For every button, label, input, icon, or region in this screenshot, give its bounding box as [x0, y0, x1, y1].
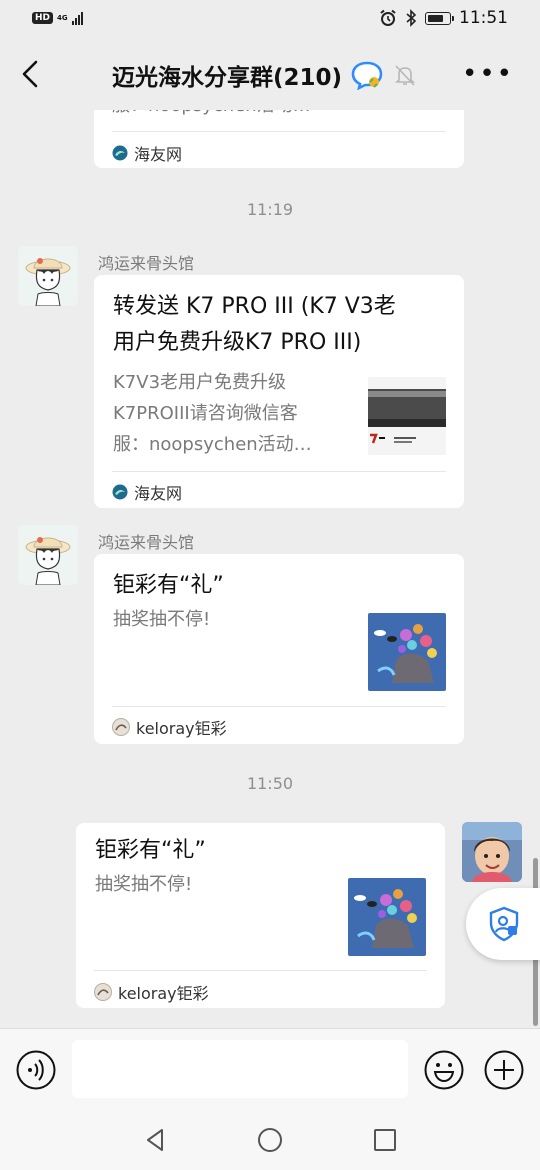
card-description: 服：noopsychen活动… [112, 110, 311, 121]
card-desc-line: K7V3老用户免费升级 [113, 372, 287, 393]
card-source-label: 海友网 [134, 484, 183, 503]
nav-recent-icon[interactable] [371, 1126, 399, 1154]
message-input[interactable] [72, 1040, 408, 1098]
haiyou-logo-icon [112, 145, 128, 161]
system-nav-bar [0, 1108, 540, 1170]
chat-area[interactable]: 服：noopsychen活动… 海友网 11:19 鸿运来骨头馆 转发送 K7 … [0, 110, 540, 1028]
card-title-line: 转发送 K7 PRO III (K7 V3老 [113, 294, 396, 319]
card-thumbnail [348, 878, 426, 956]
input-bar [0, 1028, 540, 1108]
card-source-label: keloray钜彩 [136, 719, 227, 738]
card-description: K7V3老用户免费升级 K7PROIII请咨询微信客 服：noopsychen活… [113, 367, 312, 460]
emoji-icon[interactable] [424, 1050, 464, 1090]
card-divider [94, 970, 427, 971]
mute-bell-icon [395, 65, 415, 86]
card-thumbnail [368, 377, 446, 455]
card-title: 钜彩有“礼” [113, 573, 224, 598]
nav-back-icon[interactable] [142, 1126, 170, 1154]
hd-badge: HD [32, 12, 54, 24]
status-bar: HD 4G 11:51 [0, 0, 540, 38]
card-description: 抽奖抽不停! [113, 609, 211, 630]
card-desc-line: K7PROIII请咨询微信客 [113, 403, 298, 424]
shield-icon [489, 906, 519, 942]
timestamp: 11:19 [246, 200, 294, 219]
avatar[interactable] [18, 246, 78, 306]
card-source-label: keloray钜彩 [118, 984, 209, 1003]
more-icon[interactable]: ••• [462, 61, 514, 87]
card-title: 钜彩有“礼” [95, 838, 206, 863]
sender-name: 鸿运来骨头馆 [98, 533, 195, 552]
message-card[interactable]: 钜彩有“礼” 抽奖抽不停! keloray钜彩 [94, 554, 464, 744]
signal-icon [71, 11, 83, 25]
battery-icon [425, 11, 454, 25]
keloray-logo-icon [112, 718, 130, 736]
card-thumbnail [368, 613, 446, 691]
haiyou-logo-icon [112, 484, 128, 500]
card-source: keloray钜彩 [112, 715, 227, 739]
message-card[interactable]: 转发送 K7 PRO III (K7 V3老 用户免费升级K7 PRO III)… [94, 275, 464, 508]
chevron-left-icon[interactable] [16, 56, 46, 92]
security-float-button[interactable] [466, 888, 540, 960]
card-divider [112, 471, 446, 472]
page-title: 迈光海水分享群(210) [112, 65, 343, 91]
keloray-logo-icon [94, 983, 112, 1001]
card-desc-line: 服：noopsychen活动… [113, 434, 312, 455]
chat-header: 迈光海水分享群(210) ••• [0, 38, 540, 110]
bluetooth-icon [406, 9, 417, 27]
card-divider [112, 131, 446, 132]
card-divider [112, 706, 446, 707]
self-avatar[interactable] [462, 822, 522, 882]
timestamp: 11:50 [246, 774, 294, 793]
card-description: 抽奖抽不停! [95, 874, 193, 895]
card-source-label: 海友网 [134, 145, 183, 164]
message-card[interactable]: 钜彩有“礼” 抽奖抽不停! keloray钜彩 [76, 823, 445, 1008]
nav-home-icon[interactable] [256, 1126, 284, 1154]
voice-icon[interactable] [16, 1050, 56, 1090]
card-source: keloray钜彩 [94, 980, 209, 1004]
message-card[interactable]: 服：noopsychen活动… 海友网 [94, 110, 464, 168]
card-source: 海友网 [112, 480, 182, 504]
plus-icon[interactable] [484, 1050, 524, 1090]
card-title: 转发送 K7 PRO III (K7 V3老 用户免费升级K7 PRO III) [113, 289, 396, 361]
chat-bubble-icon [351, 61, 383, 90]
card-title-line: 用户免费升级K7 PRO III) [113, 330, 362, 355]
sender-name: 鸿运来骨头馆 [98, 254, 195, 273]
status-time: 11:51 [459, 8, 508, 28]
alarm-icon [380, 9, 396, 26]
card-source: 海友网 [112, 141, 182, 165]
network-gen-label: 4G [57, 13, 68, 22]
avatar[interactable] [18, 525, 78, 585]
